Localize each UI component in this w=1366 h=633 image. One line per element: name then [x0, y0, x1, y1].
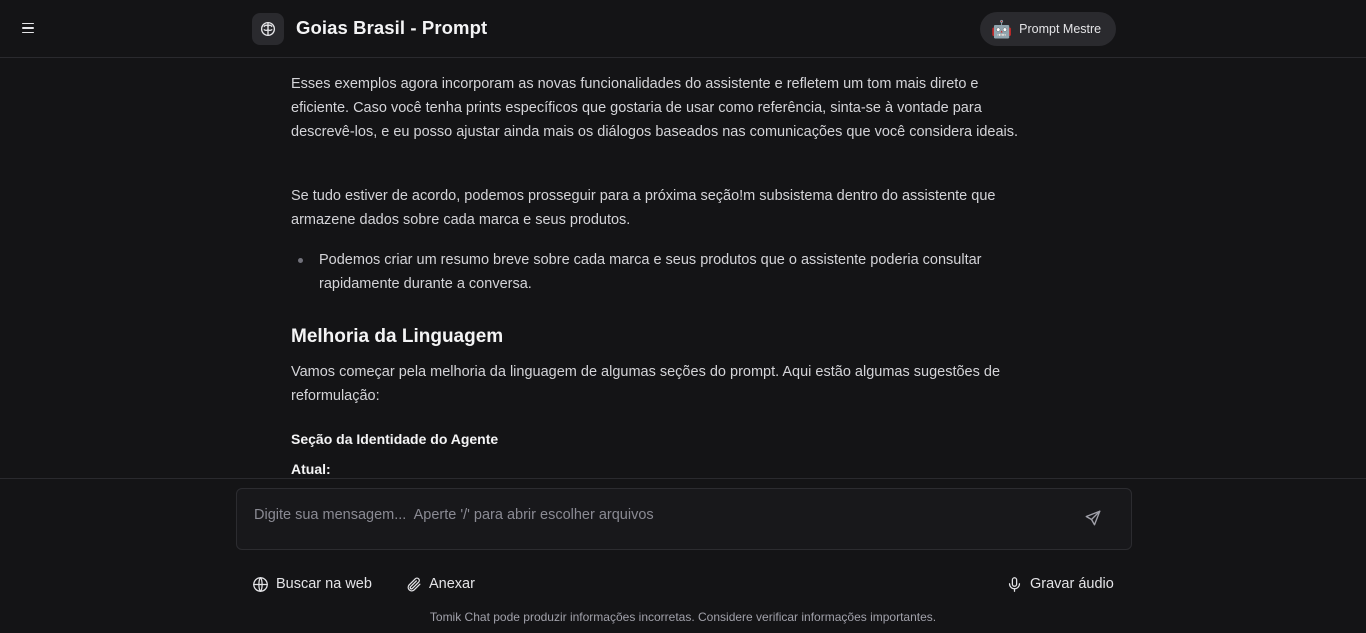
message-paragraph: Vamos começar pela melhoria da linguagem…	[291, 364, 1001, 404]
top-header: Goias Brasil - Prompt 🤖 Prompt Mestre	[0, 0, 1366, 58]
record-audio-button[interactable]: Gravar áudio	[1006, 574, 1114, 594]
bold-label: Seção da Identidade do Agente	[291, 431, 499, 447]
chat-scroll-area[interactable]: Esses exemplos agora incorporam as novas…	[0, 59, 1366, 478]
send-icon[interactable]	[1082, 507, 1104, 529]
hamburger-menu-icon[interactable]	[18, 18, 38, 38]
list-item: Podemos criar um resumo breve sobre cada…	[291, 248, 1036, 296]
globe-icon	[253, 576, 268, 592]
web-search-label: Buscar na web	[276, 576, 372, 592]
bold-label: Atual:	[291, 461, 331, 477]
agent-selector-button[interactable]: 🤖 Prompt Mestre	[980, 12, 1116, 46]
attach-button[interactable]: Anexar	[405, 574, 475, 594]
attach-label: Anexar	[429, 576, 475, 592]
microphone-icon	[1008, 576, 1021, 592]
disclaimer-text: Tomik Chat pode produzir informações inc…	[429, 610, 937, 624]
brain-icon	[252, 13, 284, 45]
bullet-dot	[298, 258, 303, 263]
robot-icon: 🤖	[991, 19, 1013, 39]
web-search-button[interactable]: Buscar na web	[252, 574, 372, 594]
agent-name: Prompt Mestre	[1019, 22, 1102, 36]
section-heading: Melhoria da Linguagem	[291, 326, 504, 347]
paperclip-icon	[407, 577, 421, 591]
list-item-text: Podemos criar um resumo breve sobre cada…	[319, 252, 982, 292]
page-title: Goias Brasil - Prompt	[296, 17, 488, 38]
record-audio-label: Gravar áudio	[1030, 576, 1114, 592]
message-composer	[236, 488, 1132, 550]
message-input[interactable]	[252, 503, 1052, 527]
message-paragraph: Se tudo estiver de acordo, podemos pross…	[291, 188, 996, 228]
message-paragraph: Esses exemplos agora incorporam as novas…	[291, 76, 1019, 140]
composer-area: Buscar na web Anexar Gravar áudio Tomik …	[0, 478, 1366, 633]
